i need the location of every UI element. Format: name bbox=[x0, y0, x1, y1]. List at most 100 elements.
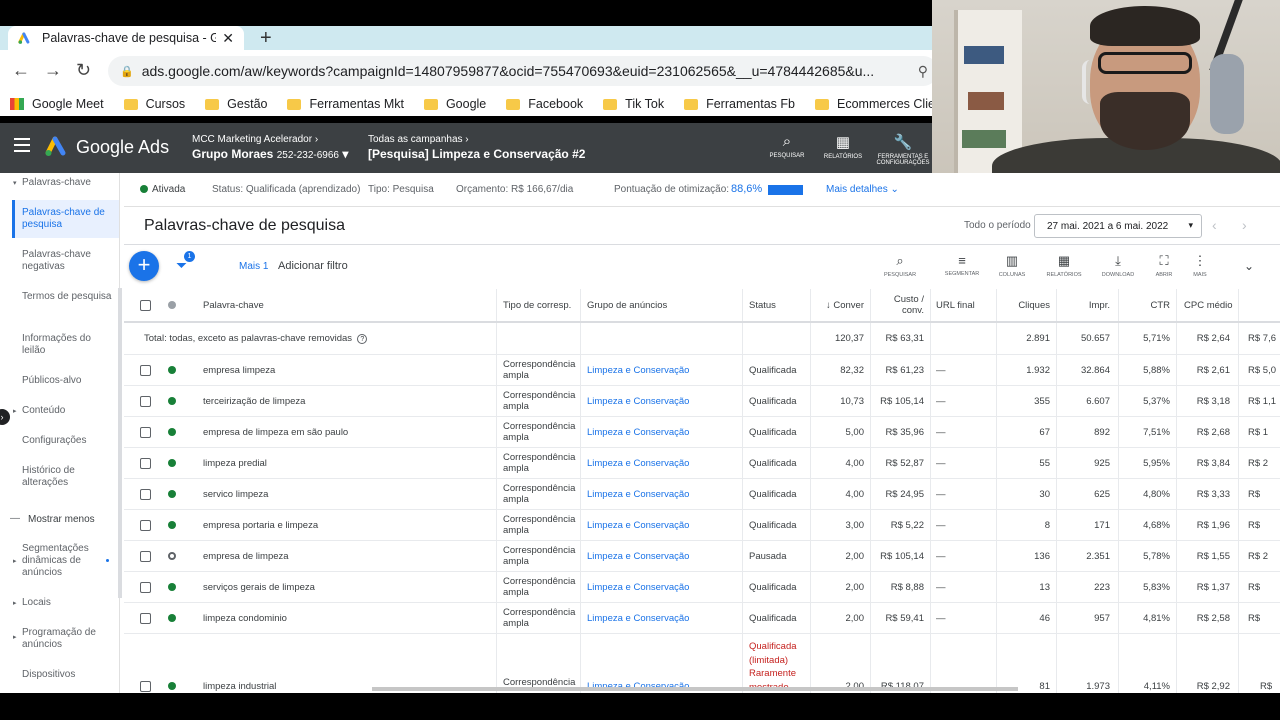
help-icon[interactable]: ? bbox=[357, 333, 368, 344]
row-keyword[interactable]: servico limpeza bbox=[203, 479, 493, 509]
sidebar-item-leilao[interactable]: Informações do leilão bbox=[22, 333, 116, 357]
table-row[interactable]: servico limpeza Correspondência ampla Limp… bbox=[124, 479, 1280, 510]
header-match-type[interactable]: Tipo de corresp. bbox=[503, 289, 577, 321]
row-keyword[interactable]: serviços gerais de limpeza bbox=[203, 572, 493, 602]
toolbar-segment-button[interactable]: ≡ SEGMENTAR bbox=[940, 253, 984, 277]
campaign-state[interactable]: Ativada bbox=[140, 184, 185, 195]
bookmark-ecommerces-clientes[interactable]: Ecommerces Clientes bbox=[815, 97, 932, 111]
header-cost-per-conv[interactable]: Custo / conv. bbox=[872, 289, 924, 321]
table-row[interactable]: limpeza condominio Correspondência ampla L… bbox=[124, 603, 1280, 634]
row-checkbox[interactable] bbox=[140, 417, 154, 447]
bookmark-ferramentas-mkt[interactable]: Ferramentas Mkt bbox=[287, 97, 404, 111]
toolbar-search-button[interactable]: ⌕ PESQUISAR bbox=[878, 253, 922, 278]
header-search-button[interactable]: ⌕ PESQUISAR bbox=[760, 133, 814, 159]
more-filters-link[interactable]: Mais 1 bbox=[239, 261, 268, 272]
row-checkbox[interactable] bbox=[140, 634, 154, 693]
optimization-score[interactable]: 88,6% bbox=[731, 183, 762, 195]
sidebar-item-palavras-chave[interactable]: Palavras-chave bbox=[22, 177, 116, 189]
row-keyword[interactable]: empresa limpeza bbox=[203, 355, 493, 385]
date-range-picker[interactable]: 27 mai. 2021 a 6 mai. 2022 ▾ bbox=[1034, 214, 1202, 238]
row-ad-group-link[interactable]: Limpeza e Conservação bbox=[587, 572, 737, 602]
row-ad-group-link[interactable]: Limpeza e Conservação bbox=[587, 386, 737, 416]
header-tools-button[interactable]: 🔧 FERRAMENTAS E CONFIGURAÇÕES bbox=[876, 133, 930, 166]
row-ad-group-link[interactable]: Limpeza e Conservação bbox=[587, 479, 737, 509]
add-keyword-button[interactable]: + bbox=[129, 251, 159, 281]
table-row[interactable]: limpeza industrial Correspondência Limpe… bbox=[124, 634, 1280, 693]
header-impressions[interactable]: Impr. bbox=[1058, 289, 1110, 321]
account-selector[interactable]: MCC Marketing Acelerador › Grupo Moraes … bbox=[192, 134, 348, 161]
expand-sidebar-icon[interactable]: › bbox=[0, 409, 10, 425]
sidebar-item-locais[interactable]: Locais bbox=[22, 597, 116, 609]
row-checkbox[interactable] bbox=[140, 603, 154, 633]
header-ad-group[interactable]: Grupo de anúncios bbox=[587, 289, 737, 321]
reload-icon[interactable]: ↻ bbox=[76, 60, 91, 81]
row-keyword[interactable]: terceirização de limpeza bbox=[203, 386, 493, 416]
row-keyword[interactable]: limpeza industrial bbox=[203, 634, 493, 693]
chevron-down-icon[interactable]: ⌄ bbox=[1244, 259, 1254, 273]
more-details-link[interactable]: Mais detalhes ⌄ bbox=[826, 184, 899, 195]
row-checkbox[interactable] bbox=[140, 386, 154, 416]
table-row[interactable]: empresa de limpeza Correspondência ampla L… bbox=[124, 541, 1280, 572]
browser-tab[interactable]: Palavras-chave de pesquisa - Gru ✕ bbox=[8, 26, 244, 50]
row-checkbox[interactable] bbox=[140, 541, 154, 571]
sidebar-show-less[interactable]: Mostrar menos bbox=[28, 514, 122, 526]
table-row[interactable]: empresa limpeza Correspondência ampla Limp… bbox=[124, 355, 1280, 386]
row-checkbox[interactable] bbox=[140, 572, 154, 602]
bookmark-google-meet[interactable]: Google Meet bbox=[10, 97, 104, 111]
sidebar-item-dispositivos[interactable]: Dispositivos bbox=[22, 669, 116, 681]
header-keyword[interactable]: Palavra-chave bbox=[203, 289, 493, 321]
sidebar-item-programacao[interactable]: Programação de anúncios bbox=[22, 627, 116, 651]
tab-close-icon[interactable]: ✕ bbox=[222, 30, 234, 47]
row-checkbox[interactable] bbox=[140, 510, 154, 540]
row-checkbox[interactable] bbox=[140, 479, 154, 509]
next-period-icon[interactable]: › bbox=[1242, 217, 1247, 233]
bookmark-google[interactable]: Google bbox=[423, 97, 486, 111]
zoom-icon[interactable]: ⚲ bbox=[918, 63, 928, 80]
table-row[interactable]: empresa de limpeza em são paulo Correspon… bbox=[124, 417, 1280, 448]
header-final-url[interactable]: URL final bbox=[936, 289, 976, 321]
sidebar-item-negativas[interactable]: Palavras-chave negativas bbox=[22, 249, 116, 273]
select-all-checkbox[interactable] bbox=[140, 289, 154, 321]
add-filter-button[interactable]: Adicionar filtro bbox=[278, 260, 348, 272]
row-ad-group-link[interactable]: Limpeza e Conservação bbox=[587, 355, 737, 385]
row-checkbox[interactable] bbox=[140, 448, 154, 478]
prev-period-icon[interactable]: ‹ bbox=[1212, 217, 1217, 233]
menu-icon[interactable] bbox=[14, 138, 30, 152]
table-horizontal-scrollbar[interactable] bbox=[372, 687, 1018, 691]
forward-icon[interactable]: → bbox=[44, 60, 62, 81]
new-tab-button[interactable]: + bbox=[260, 26, 272, 50]
header-conversions[interactable]: ↓ Conver bbox=[812, 289, 864, 321]
row-keyword[interactable]: limpeza predial bbox=[203, 448, 493, 478]
campaign-selector[interactable]: Todas as campanhas › [Pesquisa] Limpeza … bbox=[368, 134, 585, 161]
url-field[interactable]: 🔒 ads.google.com/aw/keywords?campaignId=… bbox=[108, 56, 938, 86]
header-status[interactable]: Status bbox=[749, 289, 807, 321]
bookmark-facebook[interactable]: Facebook bbox=[506, 97, 583, 111]
row-checkbox[interactable] bbox=[140, 355, 154, 385]
table-row[interactable]: serviços gerais de limpeza Correspondênci… bbox=[124, 572, 1280, 603]
header-ctr[interactable]: CTR bbox=[1120, 289, 1170, 321]
row-keyword[interactable]: limpeza condominio bbox=[203, 603, 493, 633]
bookmark-cursos[interactable]: Cursos bbox=[123, 97, 185, 111]
row-status[interactable]: Qualificada (limitada) Raramente mostrad… bbox=[749, 634, 807, 693]
sidebar-item-termos[interactable]: Termos de pesquisa bbox=[22, 291, 116, 303]
header-avg-cpc[interactable]: CPC médio bbox=[1184, 289, 1236, 321]
row-ad-group-link[interactable]: Limpeza e Conservação bbox=[587, 448, 737, 478]
sidebar-item-segmentacoes[interactable]: Segmentações dinâmicas de anúncios bbox=[22, 543, 102, 579]
row-ad-group-link[interactable]: Limpeza e Conservação bbox=[587, 603, 737, 633]
header-clicks[interactable]: Cliques bbox=[998, 289, 1050, 321]
sidebar-scrollbar[interactable] bbox=[118, 288, 122, 598]
back-icon[interactable]: ← bbox=[12, 60, 30, 81]
row-keyword[interactable]: empresa de limpeza bbox=[203, 541, 493, 571]
sidebar-item-conteudo[interactable]: Conteúdo bbox=[22, 405, 116, 417]
sidebar-item-historico[interactable]: Histórico de alterações bbox=[22, 465, 116, 489]
bookmark-tik-tok[interactable]: Tik Tok bbox=[603, 97, 664, 111]
row-keyword[interactable]: empresa de limpeza em são paulo bbox=[203, 417, 493, 447]
row-ad-group-link[interactable]: Limpeza e Conservação bbox=[587, 510, 737, 540]
bookmark-gestao[interactable]: Gestão bbox=[205, 97, 267, 111]
row-ad-group-link[interactable]: Limpeza e Conservação bbox=[587, 634, 737, 693]
toolbar-columns-button[interactable]: ▥ COLUNAS bbox=[990, 253, 1034, 278]
table-row[interactable]: terceirização de limpeza Correspondência … bbox=[124, 386, 1280, 417]
bookmark-ferramentas-fb[interactable]: Ferramentas Fb bbox=[684, 97, 795, 111]
sidebar-item-palavras-chave-pesquisa[interactable]: Palavras-chave de pesquisa bbox=[22, 207, 116, 231]
toolbar-more-button[interactable]: ⋮ MAIS bbox=[1178, 253, 1222, 278]
